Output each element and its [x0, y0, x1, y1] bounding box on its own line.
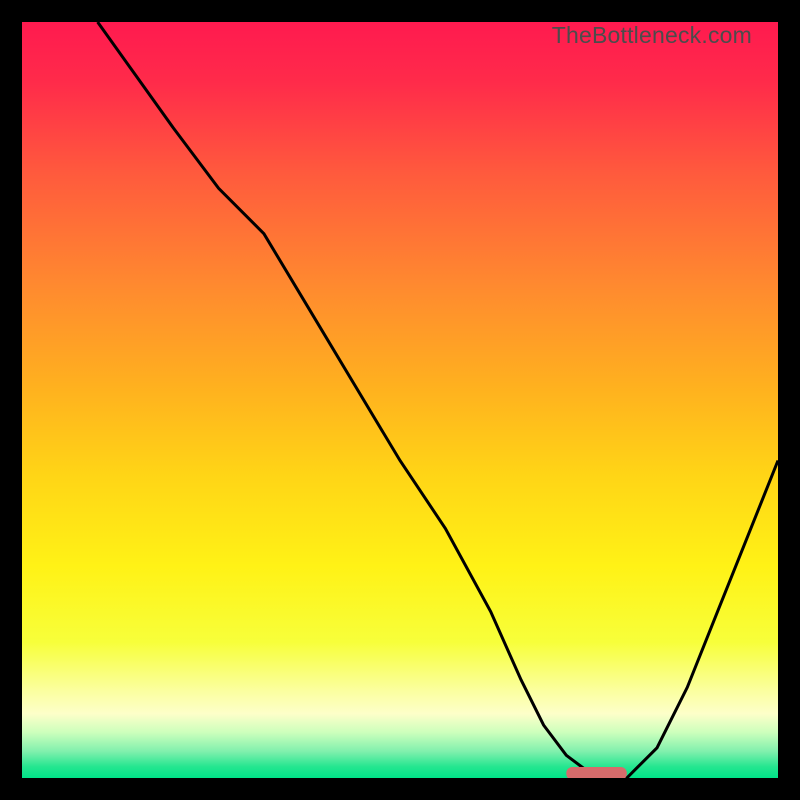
optimal-zone-marker: [566, 767, 627, 778]
chart-frame: TheBottleneck.com: [22, 22, 778, 778]
watermark-text: TheBottleneck.com: [552, 22, 752, 49]
gradient-background: [22, 22, 778, 778]
bottleneck-chart: [22, 22, 778, 778]
